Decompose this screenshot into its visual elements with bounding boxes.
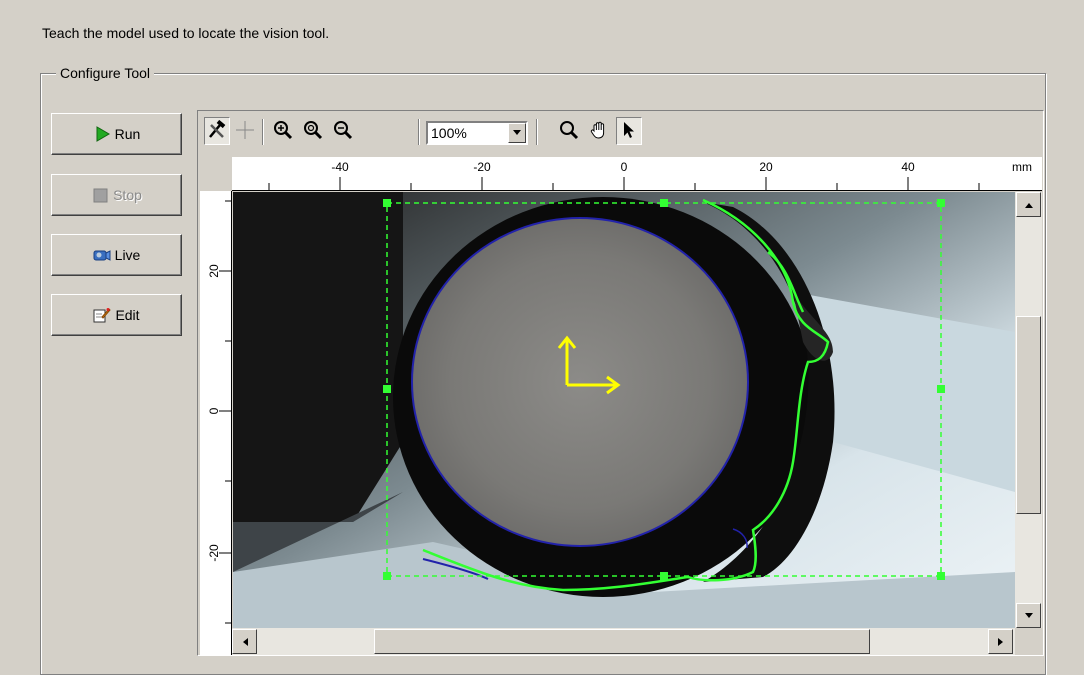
image-viewer: 100% -40 -20 0 20 40 mm 20 0 -20: [197, 110, 1044, 656]
ruler-corner: [200, 157, 232, 191]
play-arrow-icon: [93, 125, 111, 143]
stop-square-icon: [91, 186, 109, 204]
chevron-down-icon: [1024, 612, 1033, 618]
zoom-level-select[interactable]: 100%: [426, 121, 528, 145]
instruction-text: Teach the model used to locate the visio…: [42, 25, 330, 41]
magnifier-icon: [559, 120, 579, 143]
chevron-up-icon: [1024, 202, 1033, 208]
run-button[interactable]: Run: [51, 113, 182, 155]
chevron-right-icon: [997, 637, 1003, 646]
top-ruler-label: 20: [759, 160, 773, 174]
hand-icon: [589, 120, 609, 143]
run-label: Run: [114, 126, 141, 142]
vertical-scroll-thumb[interactable]: [1016, 316, 1041, 514]
edit-label: Edit: [115, 307, 140, 323]
camera-image-canvas[interactable]: [233, 192, 1015, 628]
zoom-in-icon: [273, 120, 293, 143]
horizontal-scroll-thumb[interactable]: [374, 629, 870, 654]
tools-button[interactable]: [204, 117, 230, 145]
viewer-toolbar: 100%: [200, 113, 1041, 149]
zoom-level-value: 100%: [431, 125, 467, 141]
top-ruler-ticks: [268, 177, 980, 190]
zoom-out-icon: [333, 120, 353, 143]
left-ruler-label: 0: [207, 407, 221, 415]
top-ruler-label: 40: [901, 160, 915, 174]
toolbar-separator: [262, 119, 264, 145]
left-ruler: 20 0 -20: [200, 191, 232, 655]
pointer-button[interactable]: [616, 117, 642, 145]
group-title: Configure Tool: [56, 65, 155, 81]
arrow-pointer-icon: [621, 120, 637, 143]
toolbar-separator: [418, 119, 420, 145]
chevron-down-icon[interactable]: [508, 123, 526, 143]
scroll-down-button[interactable]: [1016, 603, 1041, 628]
top-ruler-label: -40: [331, 160, 349, 174]
toolbar-separator: [536, 119, 538, 145]
horizontal-scrollbar[interactable]: [232, 628, 1015, 655]
scroll-right-button[interactable]: [988, 629, 1013, 654]
zoom-out-button[interactable]: [330, 117, 356, 145]
scroll-up-button[interactable]: [1016, 192, 1041, 217]
zoom-fit-icon: [303, 120, 323, 143]
chevron-left-icon: [242, 637, 248, 646]
top-ruler: -40 -20 0 20 40 mm: [232, 157, 1042, 191]
edit-button[interactable]: Edit: [51, 294, 182, 336]
magnify-button[interactable]: [556, 117, 582, 145]
scrollbar-corner: [1015, 628, 1042, 655]
live-button[interactable]: Live: [51, 234, 182, 276]
ruler-unit: mm: [1012, 160, 1032, 174]
top-ruler-label: -20: [473, 160, 491, 174]
zoom-in-button[interactable]: [270, 117, 296, 145]
crosshair-button[interactable]: [232, 117, 258, 145]
stop-button[interactable]: Stop: [51, 174, 182, 216]
camera-image: [233, 192, 1015, 628]
crosshair-icon: [235, 120, 255, 143]
hammer-wrench-icon: [207, 119, 227, 143]
zoom-fit-button[interactable]: [300, 117, 326, 145]
left-ruler-label: 20: [207, 264, 221, 278]
live-label: Live: [114, 247, 141, 263]
vertical-scrollbar[interactable]: [1015, 192, 1042, 628]
stop-label: Stop: [113, 187, 142, 203]
top-ruler-label: 0: [620, 160, 628, 174]
camera-icon: [93, 246, 111, 264]
pan-button[interactable]: [586, 117, 612, 145]
left-ruler-label: -20: [207, 544, 221, 562]
scroll-left-button[interactable]: [232, 629, 257, 654]
edit-pencil-icon: [93, 306, 112, 324]
